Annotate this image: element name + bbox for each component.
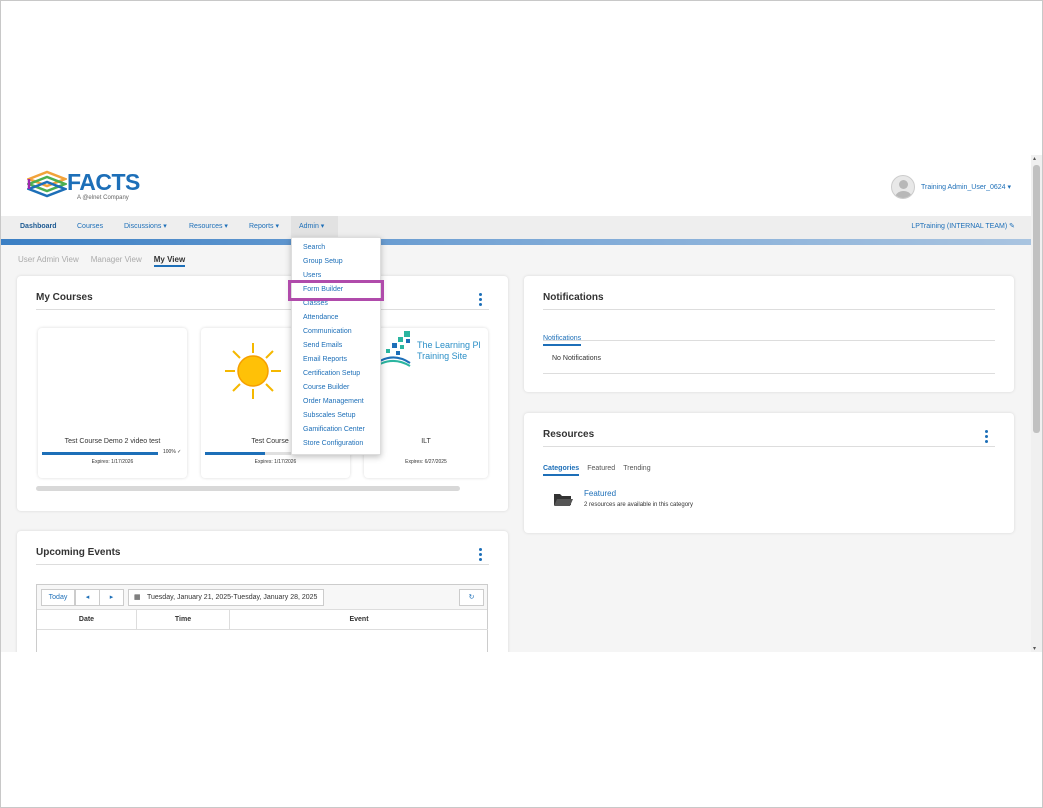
divider: [543, 309, 995, 310]
divider: [36, 564, 489, 565]
nav-admin[interactable]: Admin ▾: [291, 216, 338, 238]
learning-logo-icon: [380, 331, 411, 367]
menu-item-attendance[interactable]: Attendance: [303, 314, 338, 321]
menu-item-group-setup[interactable]: Group Setup: [303, 258, 343, 265]
nav-resources[interactable]: Resources ▾: [181, 216, 236, 238]
next-button[interactable]: ▸: [99, 589, 124, 606]
kebab-menu-icon[interactable]: [479, 293, 483, 306]
menu-item-communication[interactable]: Communication: [303, 328, 352, 335]
refresh-button[interactable]: ↻: [459, 589, 484, 606]
vertical-scrollbar[interactable]: ▴ ▾: [1031, 155, 1042, 652]
nav-reports[interactable]: Reports ▾: [241, 216, 287, 238]
events-calendar: Today ◂ ▸ ▦ Tuesday, January 21, 2025-Tu…: [36, 584, 488, 652]
menu-item-order-management[interactable]: Order Management: [303, 398, 364, 405]
progress-label: 100% ✓: [163, 449, 182, 455]
course-expiry: Expires: 1/17/2026: [91, 459, 134, 465]
card-title: Upcoming Events: [36, 547, 121, 558]
menu-item-gamification-center[interactable]: Gamification Center: [303, 426, 365, 433]
logo-text-line2: Training Site: [417, 351, 468, 361]
card-title: Notifications: [543, 292, 604, 303]
resource-category-desc: 2 resources are available in this catego…: [584, 502, 694, 508]
divider: [36, 309, 489, 310]
kebab-menu-icon[interactable]: [985, 430, 989, 443]
kebab-menu-icon[interactable]: [479, 548, 483, 561]
prev-button[interactable]: ◂: [75, 589, 100, 606]
tab-featured[interactable]: Featured: [587, 465, 615, 476]
course-expiry: Expires: 1/17/2026: [254, 459, 297, 465]
course-name: ILT: [421, 438, 431, 445]
tab-manager-view[interactable]: Manager View: [91, 255, 142, 267]
user-name[interactable]: Training Admin_User_0624 ▾: [921, 183, 1011, 191]
course-tile[interactable]: Test Course Demo 2 video test 100% ✓ Exp…: [38, 328, 187, 478]
divider: [543, 446, 995, 447]
lms-app: FACTS A @elnet Company Training Admin_Us…: [1, 155, 1042, 652]
org-selector[interactable]: LPTraining (INTERNAL TEAM) ✎: [911, 216, 1015, 238]
divider: [543, 373, 995, 374]
menu-item-course-builder[interactable]: Course Builder: [303, 384, 349, 391]
tab-my-view[interactable]: My View: [153, 255, 186, 267]
menu-item-send-emails[interactable]: Send Emails: [303, 342, 342, 349]
folder-icon: [554, 494, 573, 506]
menu-item-users[interactable]: Users: [303, 272, 321, 279]
form-builder-highlight: [288, 280, 384, 301]
course-name: Test Course Demo 2 video test: [64, 438, 161, 445]
menu-item-search[interactable]: Search: [303, 244, 325, 251]
my-courses-card: My Courses Test Course Demo 2 video test…: [17, 276, 508, 511]
horizontal-scrollbar[interactable]: [36, 486, 460, 491]
calendar-icon: ▦: [134, 594, 141, 601]
sun-image: [225, 343, 281, 399]
facts-logo[interactable]: FACTS A @elnet Company: [27, 167, 157, 203]
nav-discussions[interactable]: Discussions ▾: [116, 216, 175, 238]
today-button[interactable]: Today: [41, 589, 75, 606]
scrollbar-thumb[interactable]: [1033, 165, 1040, 433]
card-title: My Courses: [36, 292, 93, 303]
menu-item-subscales-setup[interactable]: Subscales Setup: [303, 412, 356, 419]
menu-item-store-configuration[interactable]: Store Configuration: [303, 440, 363, 447]
pencil-icon: ✎: [1009, 223, 1015, 230]
divider: [543, 340, 995, 341]
menu-item-certification-setup[interactable]: Certification Setup: [303, 370, 360, 377]
course-progress-bar: [42, 452, 158, 455]
course-tile[interactable]: The Learning Pl Training Site ILT Expire…: [364, 328, 488, 478]
refresh-icon: ↻: [468, 594, 475, 601]
resources-card: Resources Categories Featured Trending F…: [524, 413, 1014, 533]
facts-logo-icon: [27, 170, 67, 198]
progress-fill: [205, 452, 266, 455]
tab-trending[interactable]: Trending: [623, 465, 650, 476]
tab-user-admin-view[interactable]: User Admin View: [18, 255, 79, 267]
logo-text-line1: The Learning Pl: [417, 340, 481, 350]
date-range[interactable]: ▦ Tuesday, January 21, 2025-Tuesday, Jan…: [128, 589, 325, 606]
menu-item-email-reports[interactable]: Email Reports: [303, 356, 347, 363]
calendar-toolbar: Today ◂ ▸ ▦ Tuesday, January 21, 2025-Tu…: [37, 585, 487, 610]
avatar[interactable]: [890, 175, 915, 199]
upcoming-events-card: Upcoming Events Today ◂ ▸ ▦ Tuesday, Jan…: [17, 531, 508, 652]
org-name: LPTraining (INTERNAL TEAM): [911, 223, 1008, 230]
admin-dropdown-menu: Search Group Setup Users Form Builder Cl…: [291, 237, 381, 455]
course-expiry: Expires: 6/27/2025: [405, 459, 447, 465]
menu-item-classes[interactable]: Classes: [303, 300, 328, 307]
progress-fill: [42, 452, 158, 455]
scroll-down-icon[interactable]: ▾: [1033, 645, 1036, 652]
resource-category-link[interactable]: Featured: [584, 489, 616, 498]
resources-tabs: Categories Featured Trending: [543, 465, 651, 476]
brand-name: FACTS: [67, 169, 140, 195]
card-title: Resources: [543, 429, 595, 440]
user-menu[interactable]: Training Admin_User_0624 ▾: [890, 175, 1011, 199]
nav-courses[interactable]: Courses: [69, 216, 111, 238]
brand-subtitle: A @elnet Company: [77, 195, 129, 201]
notifications-card: Notifications Notifications No Notificat…: [524, 276, 1014, 392]
nav-dashboard[interactable]: Dashboard: [12, 216, 65, 238]
notifications-tabs: Notifications: [543, 327, 582, 346]
view-tabs: User Admin View Manager View My View: [18, 255, 186, 267]
main-nav: Dashboard Courses Discussions ▾ Resource…: [1, 216, 1031, 240]
date-range-label: Tuesday, January 21, 2025-Tuesday, Janua…: [147, 594, 318, 601]
column-header-date: Date: [37, 610, 137, 630]
empty-notifications: No Notifications: [552, 355, 602, 362]
tab-categories[interactable]: Categories: [543, 465, 580, 476]
scroll-up-icon[interactable]: ▴: [1033, 155, 1036, 162]
header-accent-bar: [1, 239, 1031, 245]
column-header-event: Event: [230, 610, 488, 630]
header: FACTS A @elnet Company Training Admin_Us…: [1, 155, 1031, 217]
column-header-time: Time: [137, 610, 230, 630]
